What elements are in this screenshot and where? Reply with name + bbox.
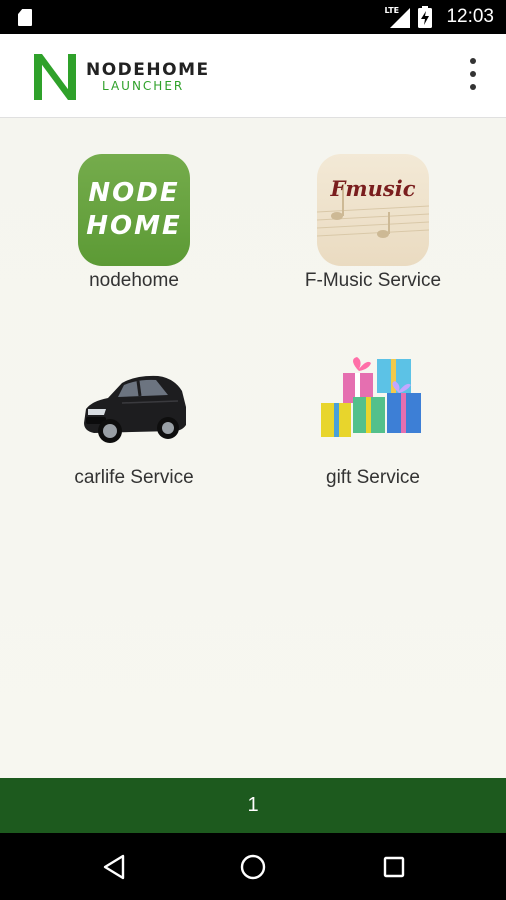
app-gift-service[interactable]: gift Service bbox=[253, 351, 493, 489]
sim-card-icon bbox=[18, 9, 32, 26]
app-label: carlife Service bbox=[74, 467, 194, 488]
car-app-icon bbox=[78, 351, 190, 463]
battery-charging-icon bbox=[418, 6, 433, 28]
app-bar: NODEHOME LAUNCHER bbox=[0, 34, 506, 118]
logo-subtitle: LAUNCHER bbox=[102, 79, 185, 93]
page-number: 1 bbox=[247, 794, 259, 816]
page-indicator: 1 bbox=[0, 778, 506, 833]
home-icon[interactable] bbox=[235, 849, 271, 885]
gift-app-icon bbox=[317, 351, 429, 463]
more-vert-icon[interactable] bbox=[466, 58, 480, 90]
lte-signal-icon: LTE bbox=[384, 6, 411, 28]
app-label: nodehome bbox=[89, 270, 179, 291]
logo-title: NODEHOME bbox=[86, 60, 210, 80]
logo-n-icon bbox=[34, 54, 76, 100]
app-fmusic-service[interactable]: Fmusic F-Music Service bbox=[253, 154, 493, 292]
app-label: gift Service bbox=[326, 467, 420, 488]
clock: 12:03 bbox=[446, 6, 494, 27]
back-icon[interactable] bbox=[96, 849, 132, 885]
app-carlife-service[interactable]: carlife Service bbox=[14, 351, 254, 489]
nodehome-app-icon: NODE HOME bbox=[78, 154, 190, 266]
app-nodehome[interactable]: NODE HOME nodehome bbox=[14, 154, 254, 292]
fmusic-app-icon: Fmusic bbox=[317, 154, 429, 266]
app-label: F-Music Service bbox=[304, 270, 442, 291]
nodehome-logo: NODEHOME LAUNCHER bbox=[34, 54, 210, 100]
status-bar: LTE 12:03 bbox=[0, 0, 506, 34]
navigation-bar bbox=[0, 833, 506, 900]
app-grid: NODE HOME nodehome Fmusic F-Music Servic… bbox=[0, 118, 506, 778]
recents-icon[interactable] bbox=[376, 849, 412, 885]
